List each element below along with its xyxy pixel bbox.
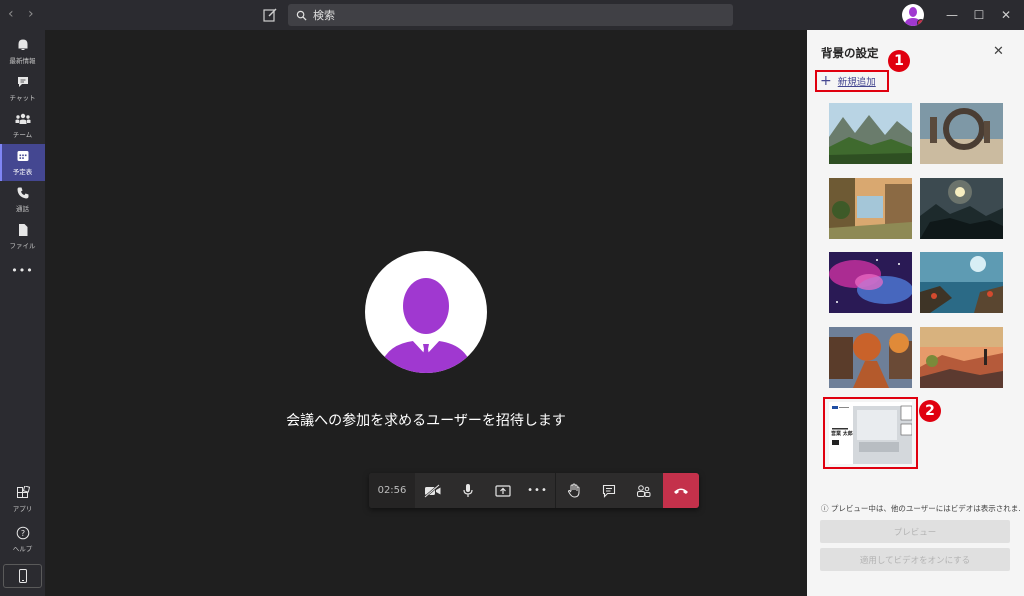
rail-item-help[interactable]: ? ヘルプ <box>0 521 45 558</box>
rail-label: チーム <box>12 131 33 139</box>
more-icon: ••• <box>11 263 34 277</box>
alien-landscape-image <box>920 178 1003 239</box>
search-icon <box>296 10 307 21</box>
hang-up-icon <box>674 488 688 494</box>
maximize-button[interactable]: ☐ <box>971 7 987 23</box>
custom-background-image: 営業 太郎 <box>829 402 912 464</box>
bell-icon <box>18 39 27 50</box>
background-thumb-ruins[interactable] <box>920 103 1003 164</box>
rail-item-more[interactable]: ••• <box>0 258 45 282</box>
chat-button[interactable] <box>591 473 626 508</box>
search-input[interactable]: 検索 <box>288 4 733 26</box>
rail-label: 通話 <box>16 205 29 213</box>
mobile-device-button[interactable] <box>3 564 42 588</box>
background-thumb-nebula[interactable] <box>829 252 912 313</box>
help-icon: ? <box>16 526 29 540</box>
background-settings-panel: 背景の設定 ✕ + 新規追加 1 営業 太郎 2 ⓘ プレビュー中は、他のユーザ… <box>807 30 1024 596</box>
add-new-background-button[interactable]: + 新規追加 <box>815 70 889 92</box>
custom-background-thumb[interactable]: 営業 太郎 <box>823 397 918 469</box>
stone-ring-image <box>920 103 1003 164</box>
mic-button[interactable] <box>450 473 485 508</box>
panel-close-button[interactable]: ✕ <box>993 44 1004 59</box>
participants-button[interactable] <box>626 473 661 508</box>
sunset-hills-image <box>920 327 1003 388</box>
plus-icon: + <box>820 73 832 89</box>
background-thumb-mountains[interactable] <box>829 103 912 164</box>
apply-and-turn-on-video-button[interactable]: 適用してビデオをオンにする <box>820 548 1010 571</box>
background-thumb-sunset-hills[interactable] <box>920 327 1003 388</box>
autumn-street-image <box>829 327 912 388</box>
step-badge-2: 2 <box>919 400 941 422</box>
user-avatar[interactable] <box>902 4 924 26</box>
participants-icon <box>636 484 650 497</box>
chat-icon <box>17 77 28 87</box>
hang-up-button[interactable] <box>663 473 699 508</box>
background-thumb-coast[interactable] <box>920 252 1003 313</box>
participant-avatar <box>365 251 487 373</box>
hand-icon <box>567 483 579 498</box>
rail-item-calendar[interactable]: 予定表 <box>0 144 45 181</box>
more-icon: ••• <box>527 485 548 496</box>
calendar-icon <box>17 151 28 161</box>
file-icon <box>18 224 27 236</box>
rail-item-files[interactable]: ファイル <box>0 218 45 255</box>
rail-label: ファイル <box>9 242 36 250</box>
rail-label: 最新情報 <box>9 57 36 65</box>
title-bar: ‹ › 検索 — ☐ ✕ <box>0 0 1024 30</box>
call-timer: 02:56 <box>369 473 415 508</box>
camera-off-icon <box>423 483 440 498</box>
app-rail: 最新情報 チャット チーム 予定表 通話 ファイル ••• アプリ ? ヘルプ <box>0 30 45 596</box>
preview-button[interactable]: プレビュー <box>820 520 1010 543</box>
mountain-valley-image <box>829 103 912 164</box>
call-controls: 02:56 ••• <box>369 473 699 508</box>
svg-text:?: ? <box>20 529 24 538</box>
rail-label: チャット <box>9 94 36 102</box>
panel-title: 背景の設定 <box>821 46 879 60</box>
microphone-icon <box>462 484 473 497</box>
preview-note: ⓘ プレビュー中は、他のユーザーにはビデオは表示されま... <box>821 504 1021 513</box>
alien-coast-image <box>920 252 1003 313</box>
minimize-button[interactable]: — <box>944 7 960 23</box>
back-arrow-icon[interactable]: ‹ <box>8 6 14 22</box>
rail-label: ヘルプ <box>12 545 33 553</box>
camera-off-button[interactable] <box>415 473 450 508</box>
rail-label: アプリ <box>12 505 33 513</box>
rail-item-activity[interactable]: 最新情報 <box>0 33 45 70</box>
rail-item-teams[interactable]: チーム <box>0 107 45 144</box>
nebula-image <box>829 252 912 313</box>
fantasy-street-image <box>829 178 912 239</box>
rail-item-chat[interactable]: チャット <box>0 70 45 107</box>
rail-item-calls[interactable]: 通話 <box>0 181 45 218</box>
more-actions-button[interactable]: ••• <box>520 473 555 508</box>
chat-icon <box>602 484 615 498</box>
share-screen-button[interactable] <box>485 473 520 508</box>
status-busy-icon <box>917 19 924 26</box>
custom-thumb-name: 営業 太郎 <box>831 431 853 437</box>
invite-message: 会議への参加を求めるユーザーを招待します <box>286 413 566 429</box>
teams-icon <box>15 113 30 124</box>
meeting-stage: 会議への参加を求めるユーザーを招待します 02:56 ••• <box>45 30 807 596</box>
step-badge-1: 1 <box>888 50 910 72</box>
search-placeholder: 検索 <box>313 9 335 22</box>
forward-arrow-icon[interactable]: › <box>28 6 34 22</box>
mobile-icon <box>18 569 27 583</box>
background-thumb-village[interactable] <box>829 178 912 239</box>
add-new-label: 新規追加 <box>837 77 876 88</box>
person-suit-icon <box>379 278 473 373</box>
background-thumb-autumn-street[interactable] <box>829 327 912 388</box>
phone-icon <box>17 187 28 199</box>
rail-item-apps[interactable]: アプリ <box>0 481 45 518</box>
raise-hand-button[interactable] <box>556 473 591 508</box>
window-close-button[interactable]: ✕ <box>998 7 1014 23</box>
background-thumb-space[interactable] <box>920 178 1003 239</box>
apps-icon <box>16 486 30 498</box>
rail-label: 予定表 <box>12 168 33 176</box>
compose-icon[interactable] <box>262 7 278 23</box>
share-icon <box>494 484 511 497</box>
